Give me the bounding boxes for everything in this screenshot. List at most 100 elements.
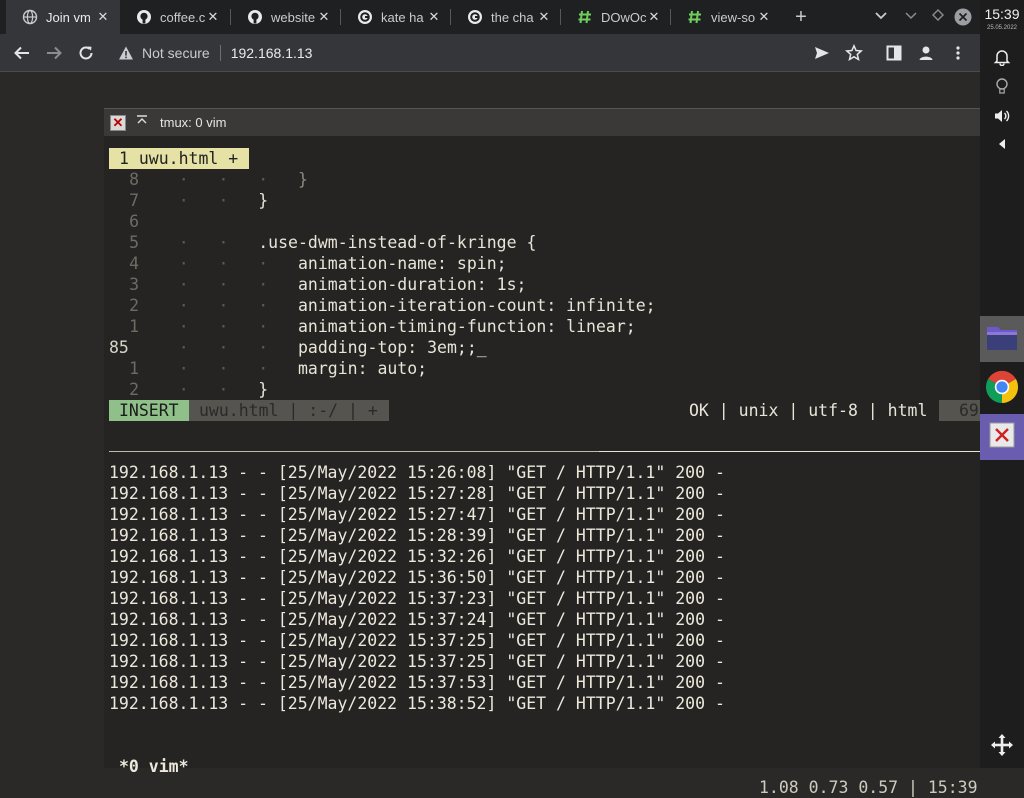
tab-view-source[interactable]: view-so ✕: [671, 0, 781, 34]
tab-title: view-so: [711, 9, 756, 25]
line-number: 7: [129, 191, 139, 210]
gutter-space: [139, 338, 179, 357]
vim-tab[interactable]: 1 uwu.html +: [109, 148, 249, 169]
log-line: 192.168.1.13 - - [25/May/2022 15:37:53] …: [109, 673, 725, 692]
chevron-down-icon[interactable]: [872, 8, 890, 26]
pane-separator[interactable]: [109, 451, 980, 452]
new-tab-button[interactable]: +: [792, 7, 810, 27]
close-icon[interactable]: ✕: [537, 10, 551, 24]
code-line[interactable]: 1 · · · margin: auto;: [109, 358, 979, 379]
maximize-icon[interactable]: [134, 114, 150, 130]
code-text: }: [258, 380, 269, 399]
log-line: 192.168.1.13 - - [25/May/2022 15:26:08] …: [109, 463, 725, 482]
code-text: animation-timing-function: linear;: [297, 317, 636, 336]
tab-strip: Join vm ✕ coffee.c ✕ website ✕ kate ha ✕…: [0, 0, 980, 34]
star-icon[interactable]: [844, 43, 864, 63]
code-line[interactable]: 5 · · .use-dwm-instead-of-kringe {: [109, 232, 979, 253]
line-number: 1: [129, 359, 139, 378]
code-line[interactable]: 2 · · · animation-iteration-count: infin…: [109, 295, 979, 316]
dock-file-manager[interactable]: [980, 316, 1024, 362]
code-line[interactable]: 1 · · · animation-timing-function: linea…: [109, 316, 979, 337]
code-line[interactable]: 6: [109, 211, 979, 232]
close-icon[interactable]: ✕: [110, 115, 126, 131]
back-arrow-icon[interactable]: [12, 43, 32, 63]
tmux-window-list[interactable]: *0 vim*: [119, 756, 189, 777]
dock-terminal[interactable]: [980, 414, 1024, 460]
code-line[interactable]: 3 · · · animation-duration: 1s;: [109, 274, 979, 295]
gutter-space: [139, 212, 179, 231]
chrome-icon: [985, 370, 1019, 409]
line-number: 2: [129, 296, 139, 315]
code-line[interactable]: 7 · · }: [109, 190, 979, 211]
folder-icon: [986, 323, 1018, 356]
forward-arrow-icon[interactable]: [44, 43, 64, 63]
line-number: 8: [129, 170, 139, 189]
menu-kebab-icon[interactable]: [948, 43, 968, 63]
line-number: 3: [129, 275, 139, 294]
tab-title: coffee.c: [160, 9, 206, 25]
file-info: uwu.html | :-/ | +: [189, 400, 389, 421]
url-text[interactable]: 192.168.1.13: [231, 45, 313, 61]
code-line[interactable]: 85 · · · padding-top: 3em;;_: [109, 337, 979, 358]
terminal-close-icon: [989, 422, 1015, 453]
side-panel-icon[interactable]: [884, 43, 904, 63]
log-line: 192.168.1.13 - - [25/May/2022 15:32:26] …: [109, 547, 725, 566]
line-number: 85: [109, 338, 129, 357]
panel-date: 25.05.2022: [986, 25, 1018, 31]
line-number: 6: [129, 212, 139, 231]
reload-icon[interactable]: [76, 43, 96, 63]
tab-title: kate ha: [381, 9, 424, 25]
vim-statusline: INSERT uwu.html | :-/ | + OK | unix | ut…: [109, 400, 980, 421]
terminal-title: tmux: 0 vim: [160, 115, 227, 130]
tab-title: DOwOc: [601, 9, 647, 25]
code-line[interactable]: 2 · · }: [109, 379, 979, 400]
dock-chrome[interactable]: [980, 366, 1024, 412]
indent-guides: · ·: [178, 380, 259, 399]
line-number: 4: [129, 254, 139, 273]
gutter-space: [139, 359, 179, 378]
close-icon[interactable]: ✕: [647, 10, 661, 24]
close-icon[interactable]: ✕: [757, 10, 771, 24]
hash-icon: [687, 9, 703, 25]
maximize-diamond-icon[interactable]: [929, 8, 947, 26]
close-icon[interactable]: ✕: [206, 10, 220, 24]
close-icon[interactable]: ✕: [427, 10, 441, 24]
tab-website[interactable]: website ✕: [231, 0, 341, 34]
log-line: 192.168.1.13 - - [25/May/2022 15:38:52] …: [109, 694, 725, 713]
tab-coffee[interactable]: coffee.c ✕: [120, 0, 230, 34]
mode-indicator: INSERT: [109, 400, 189, 421]
log-line: 192.168.1.13 - - [25/May/2022 15:27:28] …: [109, 484, 725, 503]
close-icon[interactable]: ✕: [96, 10, 110, 24]
indent-guides: · · ·: [178, 296, 298, 315]
tab-title: website: [271, 9, 316, 25]
gutter-space: [139, 254, 179, 273]
globe-icon: [22, 9, 38, 25]
collapse-arrow-icon[interactable]: [992, 134, 1012, 154]
window-close-icon[interactable]: [954, 8, 972, 26]
code-text: margin: auto;: [297, 359, 428, 378]
gutter-space: [139, 296, 179, 315]
warning-icon[interactable]: [118, 45, 134, 61]
code-line[interactable]: 8 · · · }: [109, 169, 979, 190]
profile-icon[interactable]: [916, 43, 936, 63]
minimize-chevron-icon[interactable]: [902, 8, 920, 26]
bell-icon[interactable]: [992, 47, 1012, 67]
hash-icon: [577, 9, 593, 25]
indent-guides: · ·: [178, 233, 259, 252]
volume-icon[interactable]: [992, 106, 1012, 126]
tab-dowoc[interactable]: DOwOc ✕: [561, 0, 671, 34]
send-icon[interactable]: [812, 43, 832, 63]
active-pane-border: [599, 451, 980, 452]
log-line: 192.168.1.13 - - [25/May/2022 15:37:23] …: [109, 589, 725, 608]
lightbulb-icon[interactable]: [992, 76, 1012, 96]
system-panel: 15:39 25.05.2022: [980, 0, 1024, 768]
tab-kate[interactable]: kate ha ✕: [341, 0, 451, 34]
panel-clock: 15:39: [984, 6, 1020, 22]
google-icon: [467, 9, 483, 25]
indent-guides: · · ·: [178, 338, 298, 357]
close-icon[interactable]: ✕: [317, 10, 331, 24]
tab-join-vm[interactable]: Join vm ✕: [6, 0, 120, 34]
tab-the-cha[interactable]: the cha ✕: [451, 0, 561, 34]
code-line[interactable]: 4 · · · animation-name: spin;: [109, 253, 979, 274]
security-label[interactable]: Not secure: [142, 45, 210, 61]
